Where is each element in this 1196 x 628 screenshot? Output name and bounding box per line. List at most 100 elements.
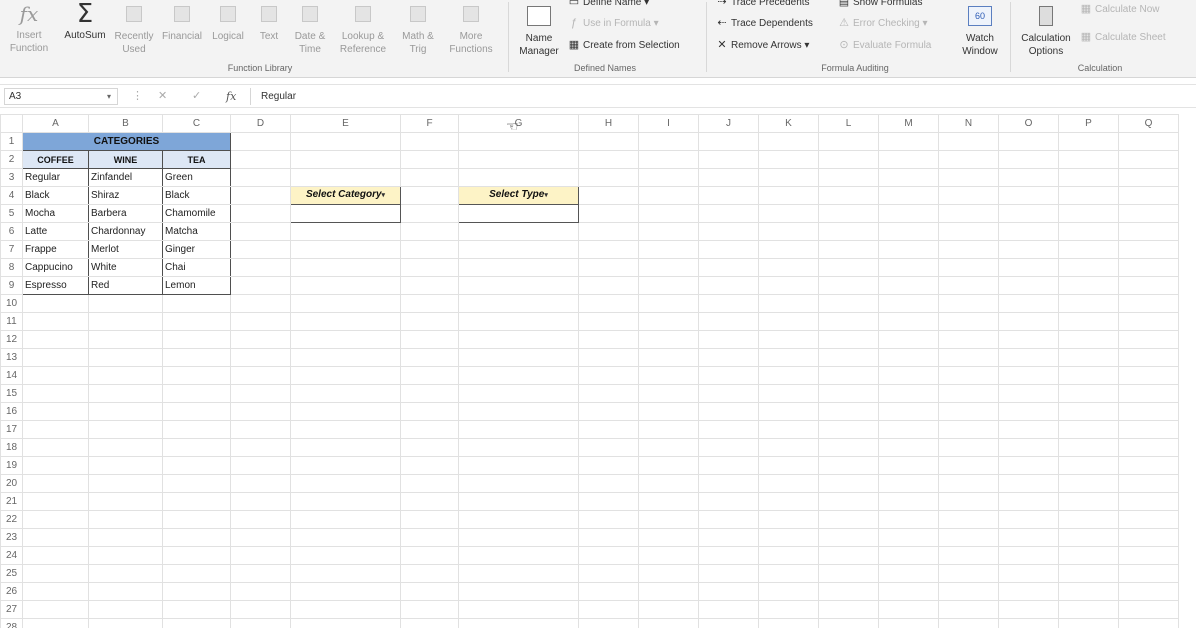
select-type-label[interactable]: Select Type▾ bbox=[458, 186, 579, 205]
cell[interactable] bbox=[818, 618, 879, 628]
cell[interactable] bbox=[818, 348, 879, 367]
cell[interactable] bbox=[400, 384, 459, 403]
cell[interactable] bbox=[998, 564, 1059, 583]
column-header[interactable]: I bbox=[638, 114, 699, 133]
cell[interactable] bbox=[230, 384, 291, 403]
cell[interactable] bbox=[1118, 294, 1179, 313]
cell[interactable] bbox=[878, 276, 939, 295]
cell[interactable] bbox=[162, 348, 231, 367]
cell[interactable] bbox=[938, 618, 999, 628]
cell[interactable] bbox=[162, 366, 231, 385]
cell[interactable] bbox=[1118, 510, 1179, 529]
cell[interactable] bbox=[458, 150, 579, 169]
cell[interactable] bbox=[1118, 276, 1179, 295]
cell[interactable] bbox=[698, 240, 759, 259]
cell[interactable] bbox=[578, 204, 639, 223]
table-cell[interactable]: Latte bbox=[22, 222, 89, 241]
cell[interactable] bbox=[578, 546, 639, 565]
cell[interactable] bbox=[638, 132, 699, 151]
cell[interactable] bbox=[400, 204, 459, 223]
cell[interactable] bbox=[638, 294, 699, 313]
cell[interactable] bbox=[698, 492, 759, 511]
cell[interactable] bbox=[578, 510, 639, 529]
cell[interactable] bbox=[758, 168, 819, 187]
cell[interactable] bbox=[878, 294, 939, 313]
cell[interactable] bbox=[400, 240, 459, 259]
cell[interactable] bbox=[578, 330, 639, 349]
cell[interactable] bbox=[458, 564, 579, 583]
cell[interactable] bbox=[698, 312, 759, 331]
cell[interactable] bbox=[1058, 474, 1119, 493]
cell[interactable] bbox=[758, 456, 819, 475]
cell[interactable] bbox=[230, 582, 291, 601]
cell[interactable] bbox=[400, 132, 459, 151]
row-header[interactable]: 16 bbox=[0, 402, 23, 421]
cell[interactable] bbox=[458, 420, 579, 439]
cell[interactable] bbox=[230, 528, 291, 547]
column-header[interactable]: E bbox=[290, 114, 401, 133]
cell[interactable] bbox=[698, 330, 759, 349]
trace-precedents-button[interactable]: ⇢ Trace Precedents bbox=[716, 0, 809, 10]
cell[interactable] bbox=[22, 546, 89, 565]
cell[interactable] bbox=[458, 438, 579, 457]
cell[interactable] bbox=[88, 510, 163, 529]
cell[interactable] bbox=[998, 168, 1059, 187]
cell[interactable] bbox=[938, 582, 999, 601]
cell[interactable] bbox=[638, 618, 699, 628]
cell[interactable] bbox=[698, 474, 759, 493]
cell[interactable] bbox=[578, 618, 639, 628]
cell[interactable] bbox=[998, 510, 1059, 529]
column-header[interactable]: J bbox=[698, 114, 759, 133]
column-header[interactable]: C bbox=[162, 114, 231, 133]
cell[interactable] bbox=[290, 600, 401, 619]
cell[interactable] bbox=[1058, 528, 1119, 547]
cell[interactable] bbox=[290, 528, 401, 547]
cell[interactable] bbox=[458, 402, 579, 421]
cell[interactable] bbox=[818, 276, 879, 295]
cell[interactable] bbox=[290, 366, 401, 385]
cell[interactable] bbox=[638, 402, 699, 421]
cell[interactable] bbox=[938, 348, 999, 367]
cell[interactable] bbox=[878, 312, 939, 331]
column-header[interactable]: N bbox=[938, 114, 999, 133]
lookup-reference-button[interactable]: Lookup & Reference bbox=[334, 2, 392, 56]
cell[interactable] bbox=[290, 384, 401, 403]
cell[interactable] bbox=[290, 564, 401, 583]
cell[interactable] bbox=[578, 438, 639, 457]
cell[interactable] bbox=[400, 312, 459, 331]
cell[interactable] bbox=[22, 582, 89, 601]
cell[interactable] bbox=[878, 330, 939, 349]
cell[interactable] bbox=[638, 384, 699, 403]
cell[interactable] bbox=[998, 456, 1059, 475]
row-header[interactable]: 24 bbox=[0, 546, 23, 565]
cell[interactable] bbox=[938, 258, 999, 277]
cell[interactable] bbox=[878, 150, 939, 169]
cell[interactable] bbox=[638, 312, 699, 331]
evaluate-formula-button[interactable]: ⊙ Evaluate Formula bbox=[838, 38, 931, 53]
row-header[interactable]: 3 bbox=[0, 168, 23, 187]
cell[interactable] bbox=[578, 348, 639, 367]
cell[interactable] bbox=[230, 618, 291, 628]
cell[interactable] bbox=[698, 276, 759, 295]
cell[interactable] bbox=[22, 474, 89, 493]
cell[interactable] bbox=[1118, 456, 1179, 475]
row-header[interactable]: 18 bbox=[0, 438, 23, 457]
cell[interactable] bbox=[998, 474, 1059, 493]
cell[interactable] bbox=[998, 528, 1059, 547]
cell[interactable] bbox=[162, 384, 231, 403]
cell[interactable] bbox=[878, 204, 939, 223]
cell[interactable] bbox=[1058, 348, 1119, 367]
cell[interactable] bbox=[938, 204, 999, 223]
cell[interactable] bbox=[878, 510, 939, 529]
cell[interactable] bbox=[400, 294, 459, 313]
cell[interactable] bbox=[578, 456, 639, 475]
cell[interactable] bbox=[230, 294, 291, 313]
cell[interactable] bbox=[698, 510, 759, 529]
create-from-selection-button[interactable]: ▦ Create from Selection bbox=[568, 38, 680, 53]
cell[interactable] bbox=[818, 438, 879, 457]
cell[interactable] bbox=[230, 330, 291, 349]
cell[interactable] bbox=[878, 384, 939, 403]
cell[interactable] bbox=[758, 222, 819, 241]
cell[interactable] bbox=[1058, 456, 1119, 475]
cell[interactable] bbox=[1118, 366, 1179, 385]
